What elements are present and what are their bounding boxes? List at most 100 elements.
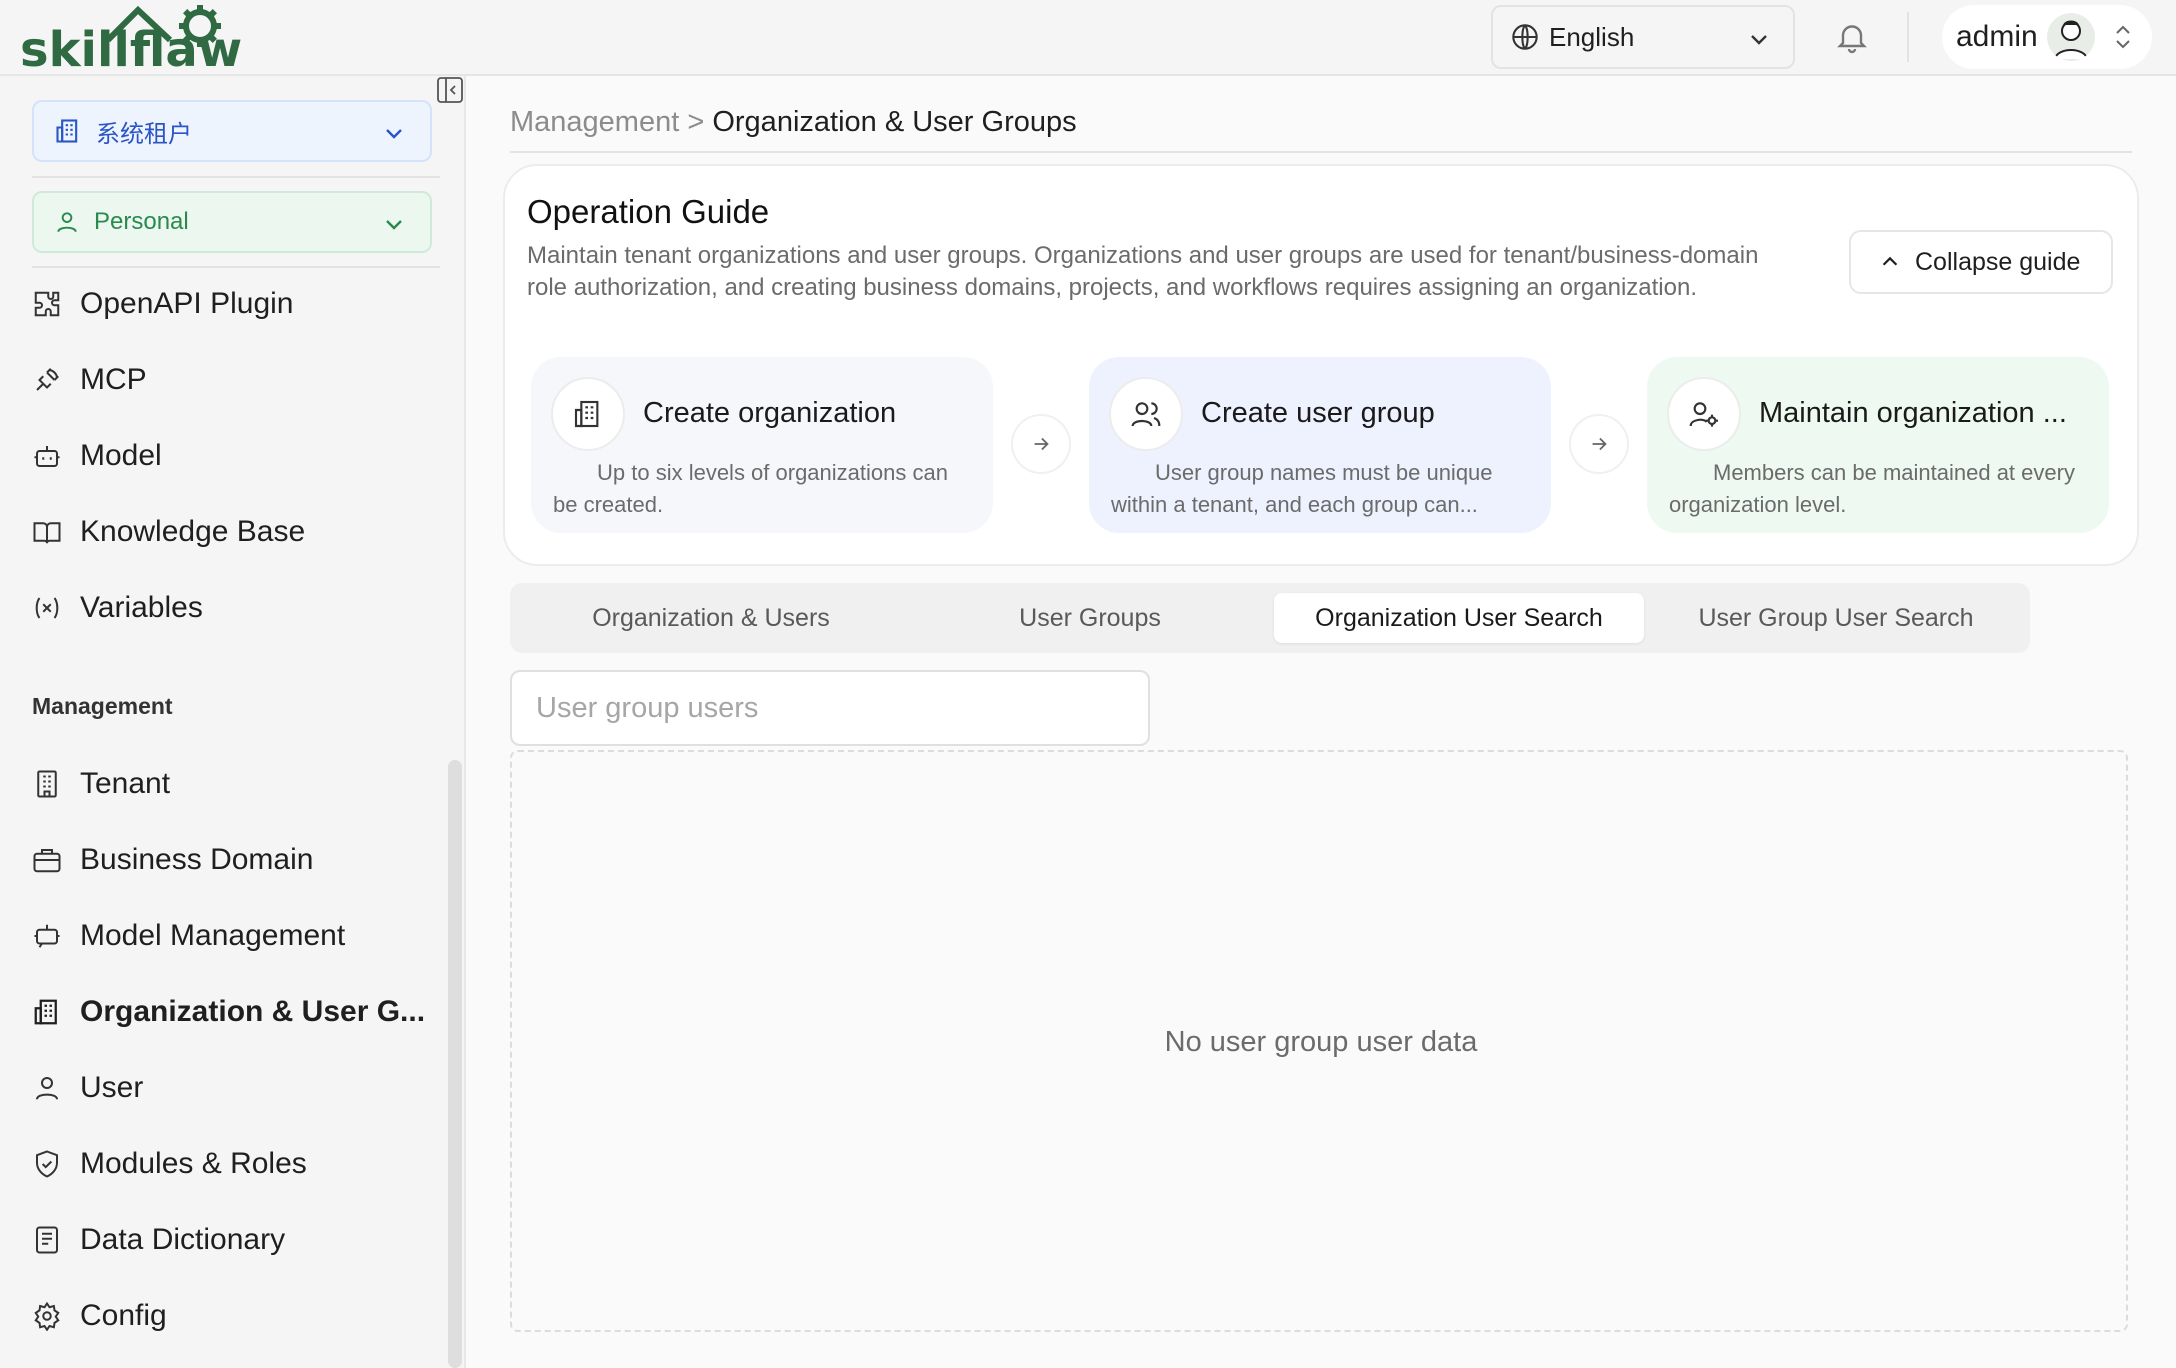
scope-select[interactable]: Personal	[32, 191, 432, 253]
sidebar-item-label: Organization & User G...	[80, 995, 426, 1028]
organization-icon	[574, 400, 599, 428]
chevron-up-icon	[1882, 256, 1898, 266]
sidebar-item-knowledge-base[interactable]: Knowledge Base	[32, 504, 432, 560]
step-title: Create organization	[643, 397, 897, 429]
sidebar-item-label: Data Dictionary	[80, 1223, 286, 1256]
sidebar-item-label: Model Management	[80, 919, 346, 952]
sidebar-item-business-domain[interactable]: Business Domain	[32, 832, 432, 888]
sidebar-item-label: Modules & Roles	[80, 1147, 307, 1180]
user-name: admin	[1956, 20, 2038, 53]
step-icon-wrap	[551, 377, 625, 451]
chevron-down-icon	[386, 129, 402, 139]
search-input[interactable]	[510, 670, 1150, 746]
scope-value: Personal	[94, 208, 189, 235]
sidebar-item-label: User	[80, 1071, 144, 1104]
avatar	[2047, 13, 2095, 61]
organization-icon	[56, 119, 78, 143]
puzzle-icon	[34, 291, 60, 317]
tenant-value: 系统租户	[96, 120, 192, 148]
guide-step-create-user-group[interactable]: Create user group User group names must …	[1089, 357, 1551, 533]
step-title: Create user group	[1201, 397, 1435, 429]
step-arrow	[1011, 414, 1071, 474]
breadcrumb-parent[interactable]: Management	[510, 106, 679, 138]
header-divider	[1907, 12, 1909, 62]
dictionary-icon	[36, 1226, 58, 1254]
sidebar-item-label: Variables	[80, 591, 203, 624]
breadcrumb-divider	[510, 151, 2132, 153]
sidebar-item-config[interactable]: Config	[32, 1288, 432, 1344]
briefcase-icon	[33, 849, 61, 873]
sidebar-item-modules-roles[interactable]: Modules & Roles	[32, 1136, 432, 1192]
sidebar-item-variables[interactable]: Variables	[32, 580, 432, 636]
user-menu[interactable]: admin	[1942, 5, 2152, 69]
sidebar-item-model-management[interactable]: Model Management	[32, 908, 432, 964]
sidebar-item-model[interactable]: Model	[32, 428, 432, 484]
robot-icon	[34, 446, 60, 467]
sidebar-scrollbar[interactable]	[448, 760, 462, 1368]
sidebar-item-tenant[interactable]: Tenant	[32, 756, 432, 812]
user-icon	[36, 1077, 58, 1100]
language-value: English	[1549, 21, 1635, 52]
step-description: Up to six levels of organizations can be…	[553, 460, 948, 517]
sidebar-item-label: Knowledge Base	[80, 515, 306, 548]
tab-organization-user-search[interactable]: Organization User Search	[1274, 593, 1644, 643]
breadcrumb: Management > Organization & User Groups	[510, 106, 1077, 139]
bell-icon[interactable]	[1834, 18, 1870, 56]
top-header: skillflaw English admin	[0, 0, 2176, 76]
guide-step-create-organization[interactable]: Create organization Up to six levels of …	[531, 357, 993, 533]
sidebar-item-label: Config	[80, 1299, 167, 1332]
globe-icon	[1512, 24, 1538, 50]
tab-user-group-user-search[interactable]: User Group User Search	[1650, 593, 2022, 643]
sidebar-item-organization-user-groups[interactable]: Organization & User G...	[32, 984, 432, 1040]
sidebar-item-label: OpenAPI Plugin	[80, 287, 294, 320]
tab-user-groups[interactable]: User Groups	[910, 593, 1270, 643]
sidebar-item-openapi-plugin[interactable]: OpenAPI Plugin	[32, 276, 432, 332]
arrow-right-icon	[1592, 437, 1607, 451]
book-icon	[33, 522, 61, 544]
users-icon	[1131, 402, 1161, 427]
sidebar-item-label: Business Domain	[80, 843, 314, 876]
collapse-sidebar-icon[interactable]	[436, 76, 464, 104]
sidebar-item-label: Model	[80, 439, 162, 472]
user-settings-icon	[1689, 402, 1718, 427]
breadcrumb-current: Organization & User Groups	[712, 106, 1077, 138]
plug-icon	[36, 368, 59, 391]
sidebar-item-data-dictionary[interactable]: Data Dictionary	[32, 1212, 432, 1268]
variable-icon	[35, 597, 59, 619]
shield-icon	[36, 1150, 58, 1178]
step-description: Members can be maintained at every organ…	[1669, 460, 2075, 517]
step-description: User group names must be unique within a…	[1111, 460, 1493, 517]
bot-chat-icon	[34, 924, 60, 948]
guide-step-maintain-organization[interactable]: Maintain organization ... Members can be…	[1647, 357, 2109, 533]
step-icon-wrap	[1109, 377, 1183, 451]
sidebar-item-label: MCP	[80, 363, 147, 396]
chevron-down-icon	[386, 220, 402, 230]
collapse-guide-button[interactable]: Collapse guide	[1849, 230, 2113, 294]
step-title: Maintain organization ...	[1759, 397, 2067, 429]
sidebar-divider	[32, 266, 440, 268]
collapse-guide-label: Collapse guide	[1915, 247, 2081, 276]
sidebar-item-mcp[interactable]: MCP	[32, 352, 432, 408]
sidebar-item-label: Tenant	[80, 767, 171, 800]
step-arrow	[1569, 414, 1629, 474]
guide-title: Operation Guide	[527, 193, 770, 230]
chevron-down-icon	[1751, 35, 1767, 45]
app-logo[interactable]: skillflaw	[20, 4, 276, 72]
sidebar-divider	[32, 176, 440, 178]
tenant-select[interactable]: 系统租户	[32, 100, 432, 162]
guide-description: Maintain tenant organizations and user g…	[527, 242, 1759, 301]
sidebar: 系统租户 Personal OpenAPI Plugin MCP Model K…	[0, 76, 466, 1368]
gear-icon	[34, 1301, 60, 1331]
sidebar-item-user[interactable]: User	[32, 1060, 432, 1116]
organization-icon	[34, 999, 57, 1025]
chevron-updown-icon	[2116, 25, 2130, 49]
management-heading: Management	[32, 693, 173, 719]
arrow-right-icon	[1034, 437, 1049, 451]
results-area: No user group user data	[510, 750, 2128, 1332]
tab-organization-users[interactable]: Organization & Users	[530, 593, 892, 643]
svg-text:skillflaw: skillflaw	[20, 22, 242, 72]
empty-state-text: No user group user data	[1164, 1026, 1478, 1058]
tab-bar: Organization & Users User Groups Organiz…	[510, 583, 2030, 653]
building-icon	[37, 770, 57, 798]
language-select[interactable]: English	[1491, 5, 1795, 69]
